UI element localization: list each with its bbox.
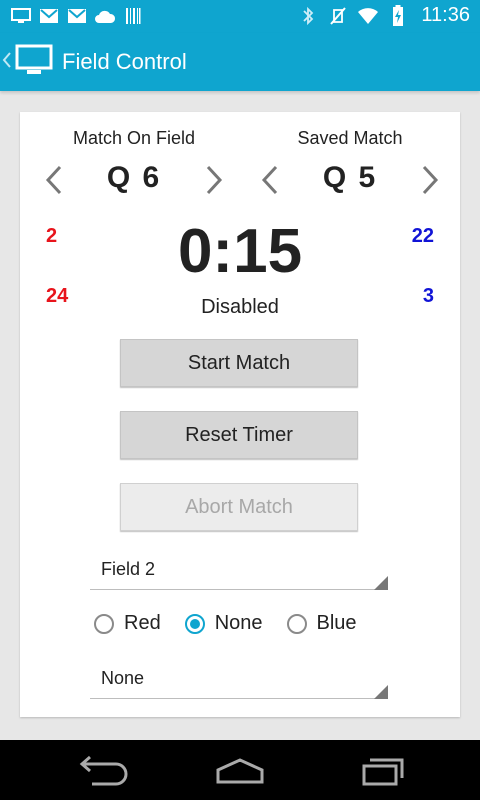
radio-none-label: None xyxy=(214,612,263,634)
dropdown-arrow-icon xyxy=(374,574,388,590)
status-bar: 11:36 xyxy=(0,0,480,33)
radio-blue-indicator xyxy=(286,613,307,634)
abort-match-button[interactable]: Abort Match xyxy=(120,483,358,531)
radio-blue[interactable]: Blue xyxy=(286,612,357,635)
match-on-field-selector: Q 6 xyxy=(34,155,234,205)
chevron-right-icon xyxy=(422,165,439,195)
clock: 11:36 xyxy=(421,4,470,26)
action-bar: Field Control xyxy=(0,33,480,91)
home-button[interactable] xyxy=(210,754,270,788)
vibrate-off-icon xyxy=(327,6,349,26)
recent-apps-icon xyxy=(362,758,404,786)
saved-match-selector: Q 5 xyxy=(250,155,450,205)
radio-red-label: Red xyxy=(124,612,161,634)
next-saved-match-button[interactable] xyxy=(418,163,442,197)
battery-charging-icon xyxy=(387,4,409,26)
alliance-radio-group: Red None Blue xyxy=(94,612,381,635)
barcode-icon xyxy=(122,6,144,26)
monitor-icon xyxy=(14,43,54,82)
radio-red-indicator xyxy=(94,613,114,634)
recent-apps-button[interactable] xyxy=(350,754,410,788)
next-match-button[interactable] xyxy=(202,163,226,197)
gmail-icon xyxy=(66,6,88,26)
mode-spinner[interactable]: None xyxy=(90,662,388,699)
field-spinner-value: Field 2 xyxy=(101,559,156,579)
reset-timer-button[interactable]: Reset Timer xyxy=(120,411,358,459)
back-button[interactable] xyxy=(70,754,130,788)
chevron-left-icon xyxy=(2,51,12,74)
match-status: Disabled xyxy=(201,296,279,318)
home-icon xyxy=(216,758,264,784)
gmail-icon xyxy=(38,6,60,26)
dropdown-arrow-icon xyxy=(374,683,388,699)
match-on-field-label: Match On Field xyxy=(72,128,196,148)
saved-match-label: Saved Match xyxy=(297,128,403,148)
cloud-icon xyxy=(94,6,116,26)
mode-spinner-value: None xyxy=(101,668,145,688)
match-on-field-section: Match On Field Q 6 xyxy=(34,128,234,205)
radio-red[interactable]: Red xyxy=(94,612,161,635)
saved-match-section: Saved Match Q 5 xyxy=(250,128,450,205)
back-icon xyxy=(79,755,128,786)
bluetooth-icon xyxy=(297,6,319,26)
notification-icons xyxy=(10,6,144,26)
up-button[interactable] xyxy=(2,41,54,83)
field-spinner[interactable]: Field 2 xyxy=(90,553,388,590)
start-match-button[interactable]: Start Match xyxy=(120,339,358,387)
wifi-icon xyxy=(357,6,379,26)
radio-blue-label: Blue xyxy=(316,612,357,634)
field-control-card: Match On Field Q 6 Saved Match Q 5 2 24 … xyxy=(20,112,460,717)
app-title: Field Control xyxy=(62,49,187,74)
radio-none-indicator xyxy=(184,613,205,634)
navigation-bar xyxy=(0,740,480,800)
chevron-right-icon xyxy=(206,165,223,195)
radio-none[interactable]: None xyxy=(184,612,263,635)
monitor-icon xyxy=(10,6,32,26)
system-icons: 11:36 xyxy=(297,4,470,27)
match-timer: 0:15 xyxy=(177,217,303,286)
